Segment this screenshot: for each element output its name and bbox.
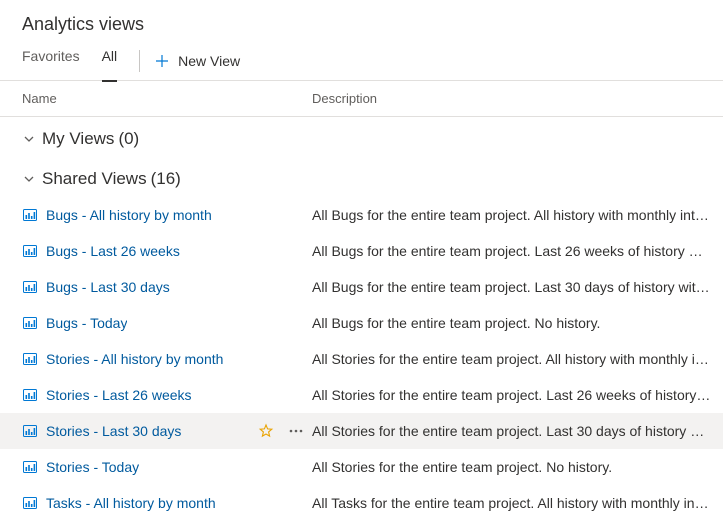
chart-icon <box>22 315 38 331</box>
view-description: All Stories for the entire team project.… <box>312 351 723 367</box>
group-shared-views[interactable]: Shared Views (16) <box>0 161 723 197</box>
chart-icon <box>22 279 38 295</box>
view-name-link[interactable]: Bugs - Last 26 weeks <box>46 243 180 259</box>
view-description: All Bugs for the entire team project. No… <box>312 315 723 331</box>
view-description: All Stories for the entire team project.… <box>312 387 723 403</box>
chevron-down-icon <box>22 172 36 186</box>
new-view-label: New View <box>178 53 240 69</box>
chart-icon <box>22 423 38 439</box>
chart-icon <box>22 495 38 511</box>
col-header-description[interactable]: Description <box>312 91 723 106</box>
tab-divider <box>139 50 140 72</box>
shared-views-list: Bugs - All history by month All Bugs for … <box>0 197 723 521</box>
column-headers: Name Description <box>0 81 723 117</box>
view-name-link[interactable]: Tasks - All history by month <box>46 495 216 511</box>
col-header-name[interactable]: Name <box>22 91 312 106</box>
new-view-button[interactable]: New View <box>154 41 240 81</box>
more-actions-icon[interactable] <box>284 423 308 439</box>
group-shared-views-count: (16) <box>151 169 181 189</box>
table-row[interactable]: Bugs - Last 30 days All Bugs for the enti… <box>0 269 723 305</box>
tab-all[interactable]: All <box>102 41 118 81</box>
view-name-link[interactable]: Bugs - Today <box>46 315 127 331</box>
group-my-views-count: (0) <box>118 129 139 149</box>
chart-icon <box>22 459 38 475</box>
tabs-bar: Favorites All New View <box>0 41 723 81</box>
chart-icon <box>22 387 38 403</box>
chart-icon <box>22 351 38 367</box>
view-name-link[interactable]: Bugs - Last 30 days <box>46 279 170 295</box>
group-shared-views-label: Shared Views <box>42 169 147 189</box>
view-name-link[interactable]: Stories - Last 26 weeks <box>46 387 192 403</box>
table-row[interactable]: Bugs - All history by month All Bugs for … <box>0 197 723 233</box>
view-description: All Bugs for the entire team project. Al… <box>312 207 723 223</box>
table-row[interactable]: Tasks - All history by month All Tasks fo… <box>0 485 723 521</box>
chevron-down-icon <box>22 132 36 146</box>
table-row[interactable]: Bugs - Last 26 weeks All Bugs for the ent… <box>0 233 723 269</box>
group-my-views-label: My Views <box>42 129 114 149</box>
table-row[interactable]: Stories - All history by month All Storie… <box>0 341 723 377</box>
favorite-star-icon[interactable] <box>254 423 278 439</box>
view-description: All Stories for the entire team project.… <box>312 423 723 439</box>
plus-icon <box>154 53 170 69</box>
group-my-views[interactable]: My Views (0) <box>0 121 723 157</box>
table-row[interactable]: Stories - Today All Stories for the entir… <box>0 449 723 485</box>
chart-icon <box>22 243 38 259</box>
view-name-link[interactable]: Stories - All history by month <box>46 351 223 367</box>
view-name-link[interactable]: Bugs - All history by month <box>46 207 212 223</box>
table-row[interactable]: Bugs - Today All Bugs for the entire team… <box>0 305 723 341</box>
view-description: All Bugs for the entire team project. La… <box>312 279 723 295</box>
view-name-link[interactable]: Stories - Today <box>46 459 139 475</box>
tab-favorites[interactable]: Favorites <box>22 41 80 81</box>
view-description: All Bugs for the entire team project. La… <box>312 243 723 259</box>
view-name-link[interactable]: Stories - Last 30 days <box>46 423 181 439</box>
table-row[interactable]: Stories - Last 26 weeks All Stories for t… <box>0 377 723 413</box>
view-description: All Stories for the entire team project.… <box>312 459 723 475</box>
chart-icon <box>22 207 38 223</box>
table-row[interactable]: Stories - Last 30 days All Stories for th… <box>0 413 723 449</box>
page-title: Analytics views <box>0 0 723 41</box>
view-description: All Tasks for the entire team project. A… <box>312 495 723 511</box>
